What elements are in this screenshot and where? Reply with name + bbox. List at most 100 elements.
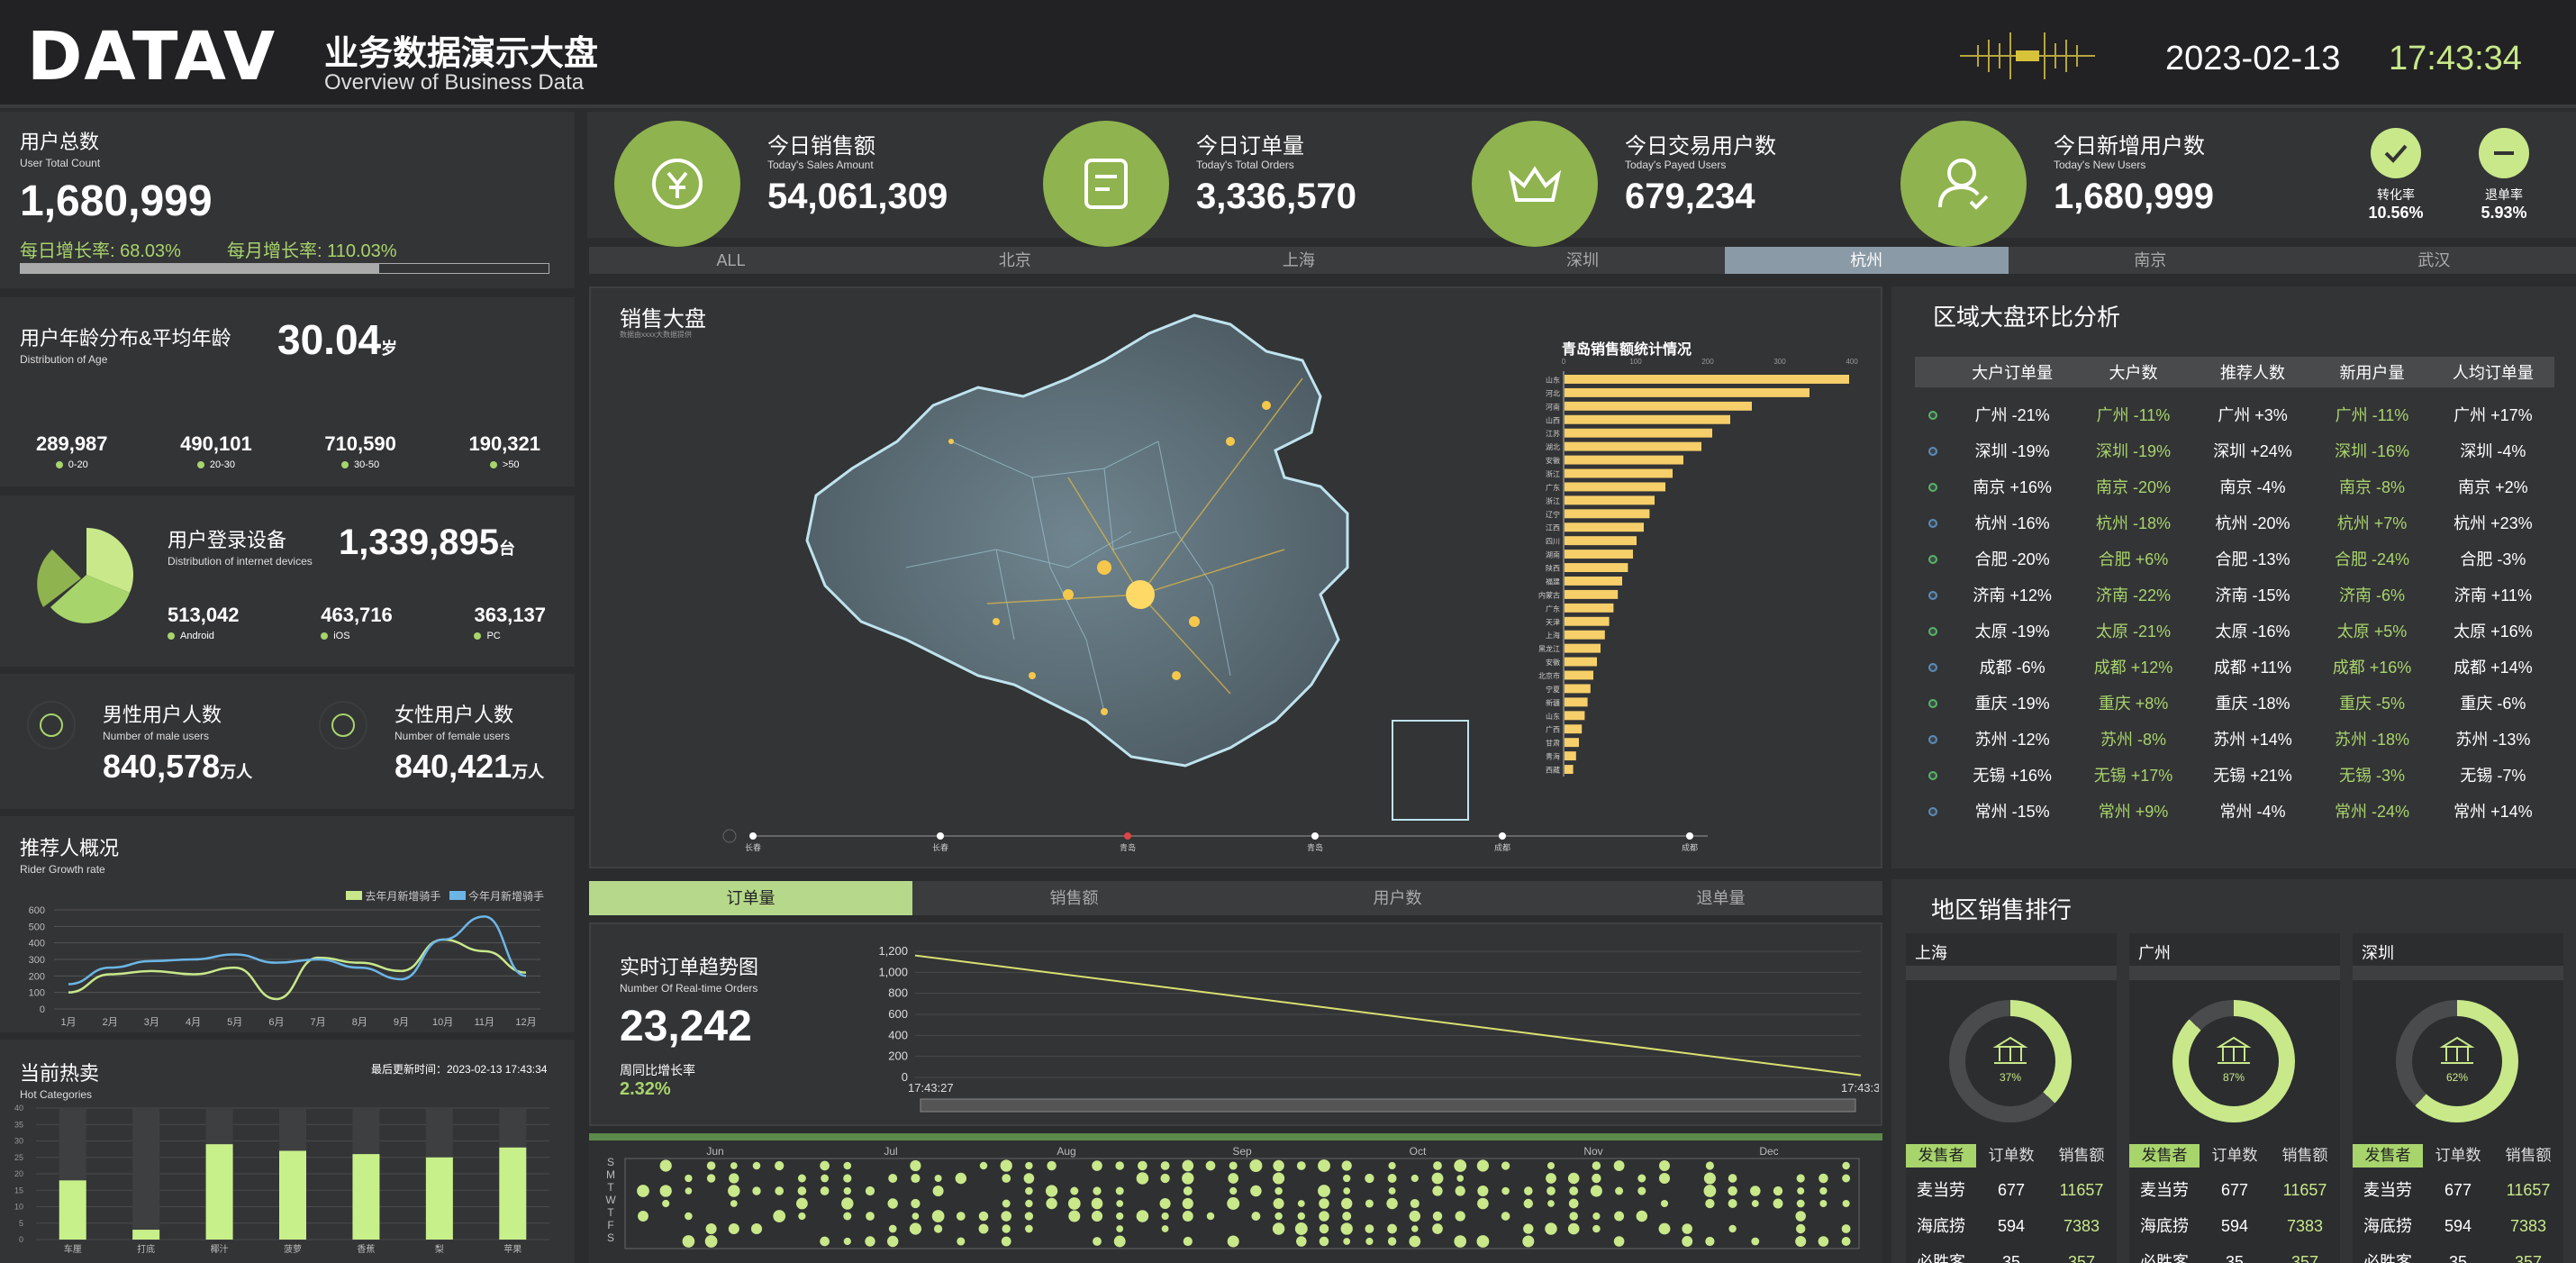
region-cell: 济南 +11%: [2454, 586, 2532, 604]
rank-tab[interactable]: 销售额: [2046, 1144, 2117, 1168]
kpi-subtitle: Today's Payed Users: [1625, 159, 1727, 171]
punch-dot: [1319, 1223, 1329, 1234]
order-tab[interactable]: 用户数: [1236, 881, 1559, 915]
age-panel: 用户年龄分布&平均年龄 Distribution of Age 30.04岁 2…: [0, 297, 575, 486]
table-row[interactable]: 深圳 -19% 深圳 -19% 深圳 +24% 深圳 -16% 深圳 -4%: [1915, 432, 2554, 468]
punch-dot: [662, 1199, 670, 1208]
table-row[interactable]: 重庆 -19% 重庆 +8% 重庆 -18% 重庆 -5% 重庆 -6%: [1915, 685, 2554, 721]
series-line: [68, 938, 527, 1001]
rank-tabs: 发售者 订单数 销售额: [2353, 1144, 2563, 1168]
city-tab[interactable]: 深圳: [1440, 247, 1724, 274]
punch-dot: [1116, 1225, 1124, 1232]
bar: [1565, 550, 1633, 559]
kpi-value: 3,336,570: [1196, 177, 1356, 216]
bar: [1565, 765, 1574, 774]
row-marker: [1915, 613, 1951, 649]
punch-dot: [1842, 1174, 1851, 1183]
timeline-point[interactable]: 长春: [735, 829, 771, 853]
city-tab[interactable]: ALL: [589, 247, 873, 274]
month-label: Sep: [1232, 1145, 1252, 1158]
punch-dot: [1319, 1236, 1329, 1247]
age-group-range: >50: [502, 459, 520, 470]
punch-dot: [1842, 1161, 1850, 1170]
rank-tab[interactable]: 发售者: [2353, 1144, 2423, 1168]
region-cell: 无锡 -3%: [2338, 767, 2405, 785]
rank-tab[interactable]: 订单数: [1976, 1144, 2046, 1168]
rank-donut-inner: 87%: [2189, 1016, 2279, 1106]
realtime-ratio: 2.32%: [620, 1079, 671, 1099]
rank-tab[interactable]: 订单数: [2423, 1144, 2493, 1168]
bar: [1565, 455, 1683, 465]
table-row[interactable]: 济南 +12% 济南 -22% 济南 -15% 济南 -6% 济南 +11%: [1915, 577, 2554, 613]
rank-tab[interactable]: 订单数: [2200, 1144, 2270, 1168]
bar: [1565, 751, 1576, 761]
punch-dot: [1343, 1187, 1351, 1195]
device-item-name: PC: [486, 631, 501, 641]
punch-dot: [797, 1186, 807, 1195]
timeline-point[interactable]: 成都: [1484, 829, 1520, 853]
y-tick-label: 北京市: [1538, 671, 1560, 680]
punch-dot: [1567, 1222, 1580, 1235]
timeline-point[interactable]: 长春: [922, 829, 958, 853]
punch-dot: [1819, 1200, 1828, 1207]
bar: [1565, 509, 1650, 519]
table-row[interactable]: 苏州 -12% 苏州 -8% 苏州 +14% 苏州 -18% 苏州 -13%: [1915, 721, 2554, 757]
table-row[interactable]: 广州 -21% 广州 -11% 广州 +3% 广州 -11% 广州 +17%: [1915, 396, 2554, 432]
punch-dot: [1388, 1161, 1396, 1170]
punch-dot: [1637, 1186, 1646, 1195]
punch-dot: [728, 1185, 740, 1197]
order-tab[interactable]: 销售额: [912, 881, 1236, 915]
order-tab[interactable]: 订单量: [589, 881, 912, 915]
bar: [1565, 616, 1610, 626]
rank-row: 必胜客 35 357: [1906, 1243, 2117, 1263]
rank-tab[interactable]: 发售者: [2129, 1144, 2200, 1168]
table-row[interactable]: 太原 -19% 太原 -21% 太原 -16% 太原 +5% 太原 +16%: [1915, 613, 2554, 649]
table-row[interactable]: 成都 -6% 成都 +12% 成都 +11% 成都 +16% 成都 +14%: [1915, 649, 2554, 685]
table-row[interactable]: 合肥 -20% 合肥 +6% 合肥 -13% 合肥 -24% 合肥 -3%: [1915, 541, 2554, 577]
punch-dot: [1002, 1174, 1011, 1183]
punch-dot: [1001, 1211, 1011, 1222]
city-tab[interactable]: 杭州: [1724, 247, 2009, 274]
device-item-label: PC: [474, 631, 546, 641]
order-tab[interactable]: 退单量: [1559, 881, 1882, 915]
punch-dot: [888, 1174, 898, 1183]
timeline-point[interactable]: 青岛: [1297, 829, 1333, 853]
punch-dot: [932, 1185, 944, 1197]
punch-dot: [820, 1236, 830, 1247]
device-item-value: 513,042: [168, 604, 240, 626]
zoom-slider[interactable]: [920, 1098, 1856, 1113]
punch-dot: [1343, 1238, 1351, 1245]
table-row[interactable]: 常州 -15% 常州 +9% 常州 -4% 常州 -24% 常州 +14%: [1915, 793, 2554, 829]
punch-dot: [1365, 1199, 1374, 1208]
rank-cell: 7383: [2509, 1217, 2547, 1235]
city-tab[interactable]: 武汉: [2292, 247, 2576, 274]
punch-dot: [1523, 1186, 1533, 1195]
device-item: 463,716 iOS: [321, 604, 393, 641]
city-tab[interactable]: 上海: [1156, 247, 1440, 274]
city-tab[interactable]: 北京: [873, 247, 1156, 274]
age-group-range: 0-20: [68, 459, 88, 470]
average-age: 30.04岁: [277, 316, 398, 363]
y-tick-label: 天津: [1546, 617, 1560, 626]
table-row[interactable]: 杭州 -16% 杭州 -18% 杭州 -20% 杭州 +7% 杭州 +23%: [1915, 504, 2554, 541]
table-row[interactable]: 南京 +16% 南京 -20% 南京 -4% 南京 -8% 南京 +2%: [1915, 468, 2554, 504]
rank-tab[interactable]: 销售额: [2493, 1144, 2563, 1168]
city-tab[interactable]: 南京: [2009, 247, 2292, 274]
realtime-value: 23,242: [620, 1003, 752, 1050]
table-row[interactable]: 无锡 +16% 无锡 +17% 无锡 +21% 无锡 -3% 无锡 -7%: [1915, 757, 2554, 793]
rank-tab[interactable]: 销售额: [2270, 1144, 2340, 1168]
punch-dot: [1547, 1161, 1556, 1170]
rank-tab[interactable]: 发售者: [1906, 1144, 1976, 1168]
y-tick-label: 福建: [1546, 577, 1560, 586]
timeline-point[interactable]: 成都: [1672, 829, 1708, 853]
age-group-label: 30-50: [324, 459, 396, 470]
bar: [1565, 630, 1605, 640]
timeline-point[interactable]: 青岛: [1110, 829, 1146, 853]
row-marker: [1915, 396, 1951, 432]
bar: [1565, 414, 1730, 424]
order-tabs: 订单量 销售额 用户数 退单量: [589, 881, 1882, 915]
row-marker: [1915, 649, 1951, 685]
china-map[interactable]: [726, 297, 1654, 838]
rank-cell: 海底捞: [1917, 1217, 1965, 1235]
y-tick-label: 1,200: [878, 944, 908, 958]
